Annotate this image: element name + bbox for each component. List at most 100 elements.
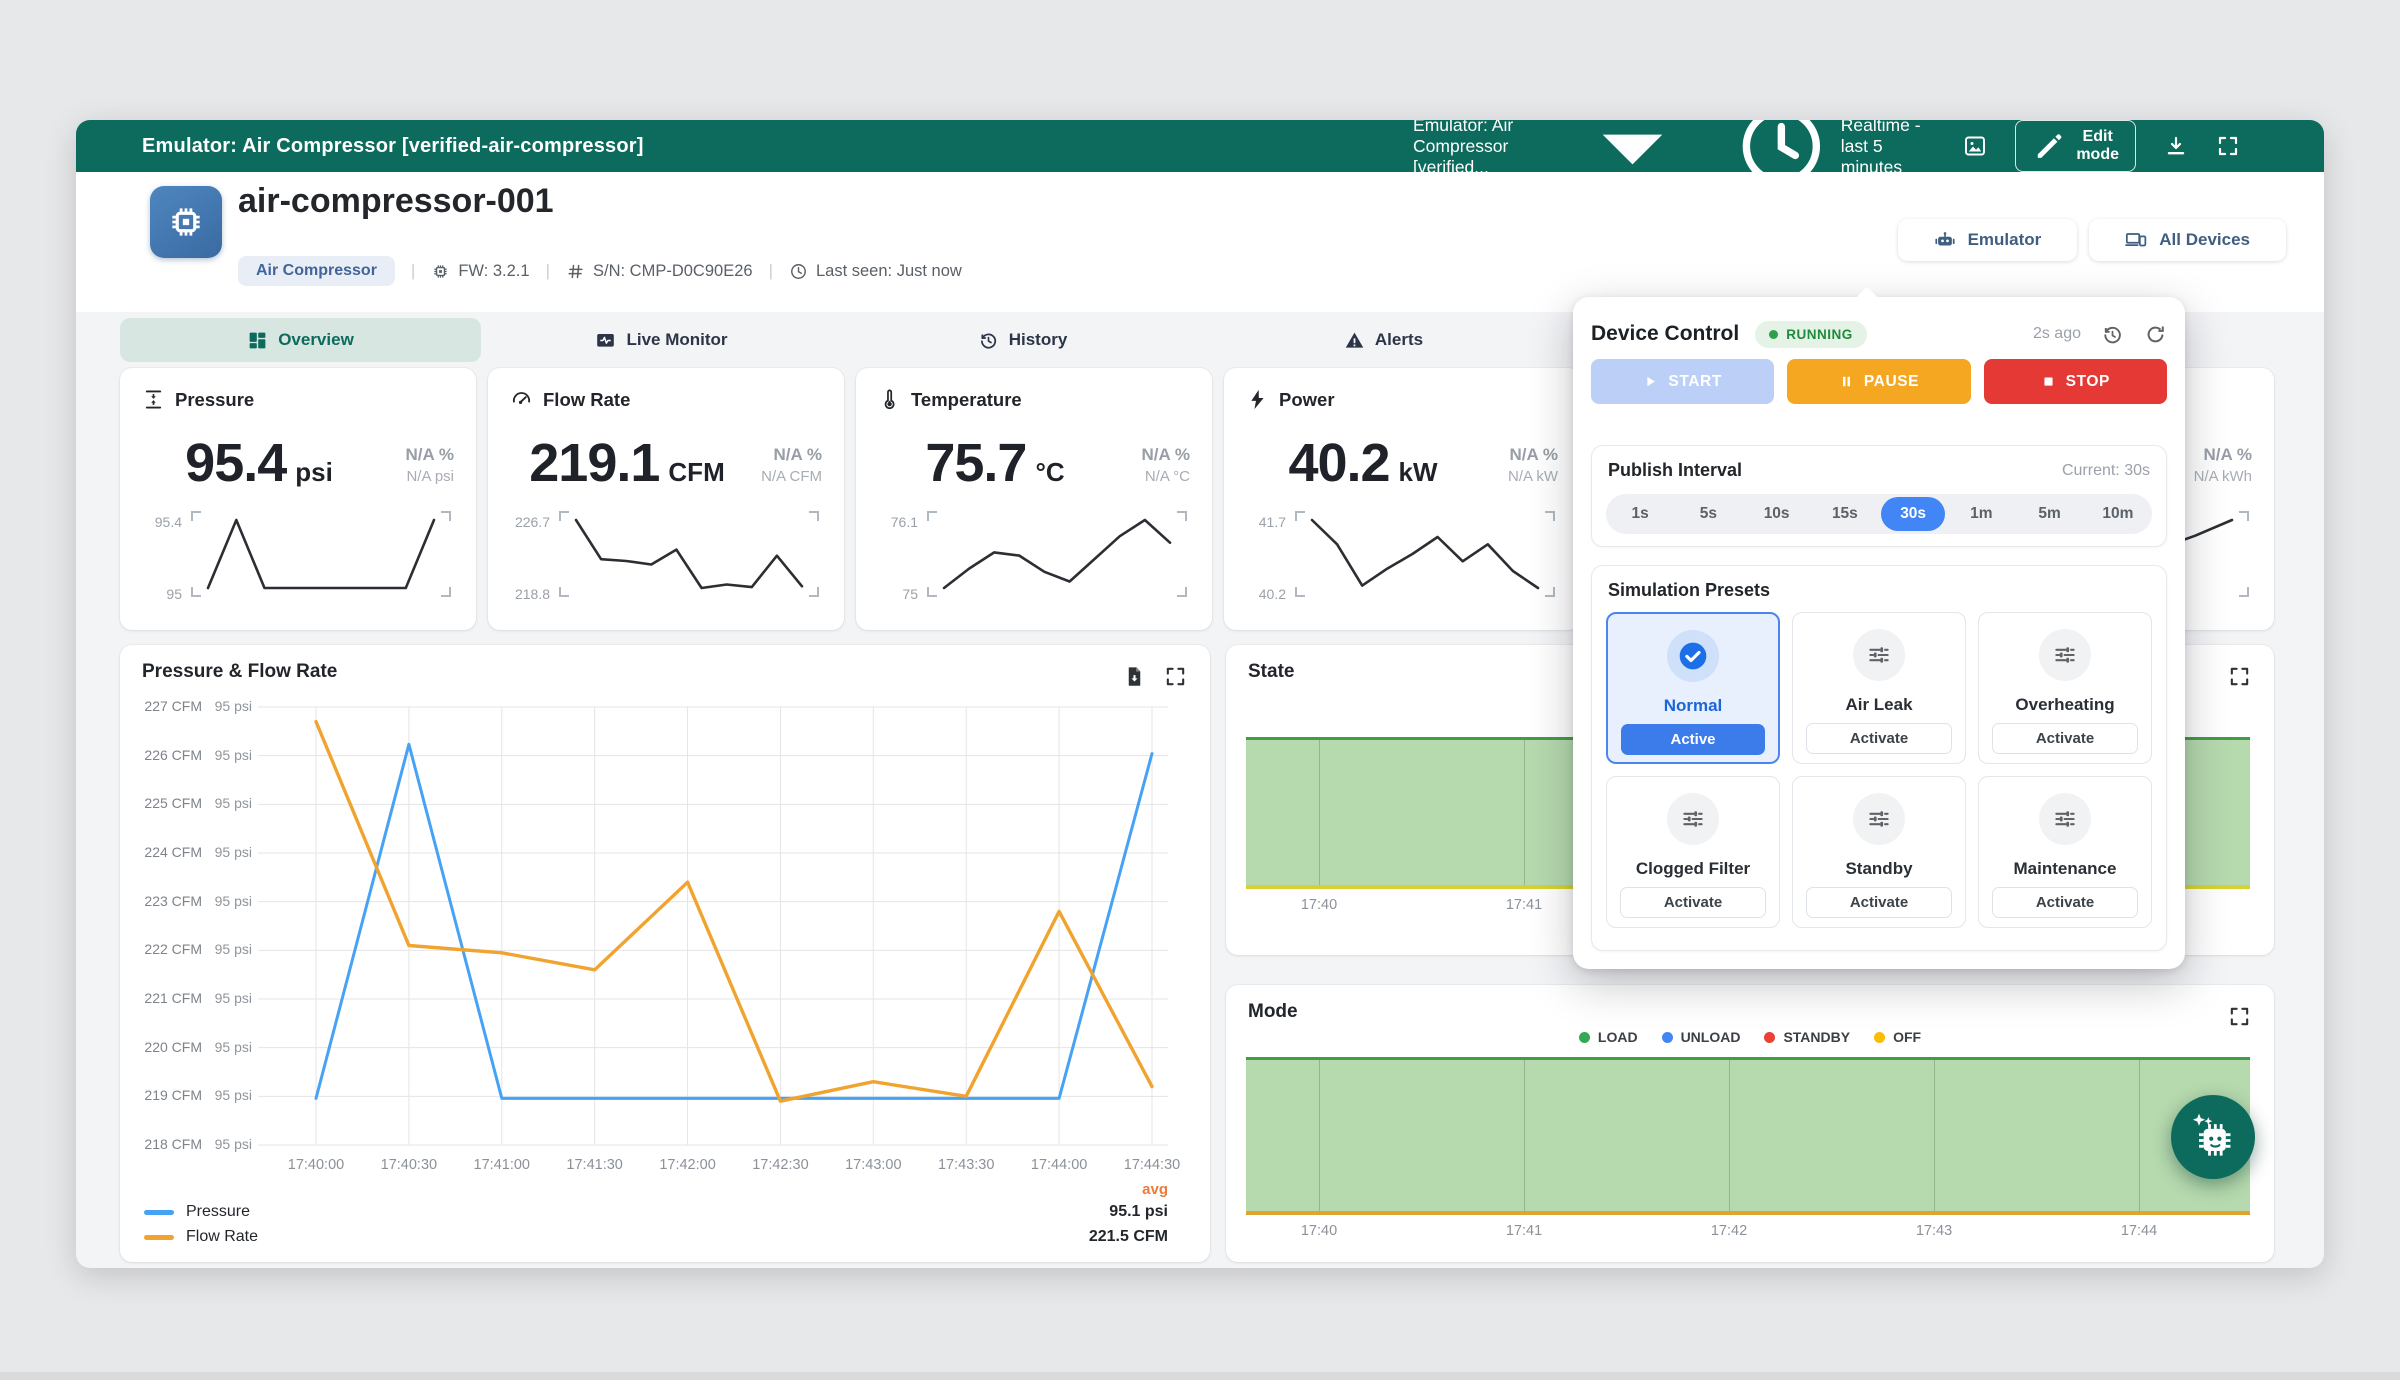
expand-chart-icon[interactable] — [2228, 1005, 2251, 1028]
mode-legend-off[interactable]: OFF — [1874, 1029, 1921, 1045]
x-axis-label: 17:42:00 — [659, 1157, 715, 1173]
y-axis-psi-label: 95 psi — [208, 795, 252, 811]
chart-title: Pressure & Flow Rate — [142, 661, 337, 683]
stop-button[interactable]: STOP — [1984, 359, 2167, 404]
mode-legend-unload[interactable]: UNLOAD — [1662, 1029, 1741, 1045]
device-type-badge: Air Compressor — [238, 256, 395, 286]
preset-action-button[interactable]: Activate — [1992, 723, 2138, 754]
all-devices-button[interactable]: All Devices — [2089, 219, 2286, 261]
spark-min-label: 75 — [870, 586, 918, 602]
start-button[interactable]: START — [1591, 359, 1774, 404]
metric-value: 219.1CFM — [488, 432, 766, 502]
legend-item[interactable]: Flow Rate — [144, 1228, 258, 1246]
x-axis-label: 17:41:30 — [566, 1157, 622, 1173]
wallpaper-icon[interactable] — [1963, 134, 1987, 158]
metric-change: N/A %N/A °C — [1142, 444, 1191, 487]
publish-interval-current: Current: 30s — [2062, 462, 2150, 480]
y-axis-psi-label: 95 psi — [208, 1136, 252, 1152]
metric-change: N/A %N/A kWh — [2194, 444, 2252, 487]
y-axis-cfm-label: 223 CFM — [120, 893, 202, 909]
tune-icon — [1866, 806, 1892, 832]
metric-title: Power — [1246, 388, 1335, 411]
metric-value: 95.4psi — [120, 432, 398, 502]
command-history-icon[interactable] — [2101, 323, 2124, 346]
dashboard-topbar: Emulator: Air Compressor [verified-air-c… — [76, 120, 2324, 172]
serial-info: S/N: CMP-D0C90E26 — [566, 262, 753, 281]
legend-item[interactable]: Pressure — [144, 1203, 250, 1221]
pause-icon — [1839, 374, 1854, 389]
play-icon — [1643, 374, 1658, 389]
preset-action-button[interactable]: Active — [1621, 724, 1765, 755]
tab-alerts[interactable]: Alerts — [1203, 318, 1564, 362]
preset-clogged-filter[interactable]: Clogged FilterActivate — [1606, 776, 1780, 928]
y-axis-cfm-label: 218 CFM — [120, 1136, 202, 1152]
interval-option-10m[interactable]: 10m — [2086, 497, 2150, 531]
interval-option-5s[interactable]: 5s — [1676, 497, 1740, 531]
tune-icon — [2052, 806, 2078, 832]
preset-normal[interactable]: NormalActive — [1606, 612, 1780, 764]
preset-air-leak[interactable]: Air LeakActivate — [1792, 612, 1966, 764]
interval-option-15s[interactable]: 15s — [1813, 497, 1877, 531]
x-axis-label: 17:42:30 — [752, 1157, 808, 1173]
legend-avg-value: 95.1 psi — [1109, 1203, 1168, 1221]
mode-legend-standby[interactable]: STANDBY — [1764, 1029, 1850, 1045]
x-axis-label: 17:40 — [1301, 1223, 1337, 1239]
interval-option-5m[interactable]: 5m — [2018, 497, 2082, 531]
x-axis-label: 17:44 — [2121, 1223, 2157, 1239]
bolt-icon — [1246, 388, 1269, 411]
state-chart-title: State — [1248, 661, 1294, 683]
edit-mode-button[interactable]: Edit mode — [2015, 120, 2136, 172]
download-icon[interactable] — [2164, 134, 2188, 158]
pause-button[interactable]: PAUSE — [1787, 359, 1970, 404]
fullscreen-icon[interactable] — [2216, 134, 2240, 158]
y-axis-cfm-label: 220 CFM — [120, 1039, 202, 1055]
y-axis-psi-label: 95 psi — [208, 893, 252, 909]
expand-chart-icon[interactable] — [2228, 665, 2251, 688]
metric-value: 75.7°C — [856, 432, 1134, 502]
dashboard-title: Emulator: Air Compressor [verified-air-c… — [142, 135, 644, 158]
preset-maintenance[interactable]: MaintenanceActivate — [1978, 776, 2152, 928]
tab-overview[interactable]: Overview — [120, 318, 481, 362]
preset-icon — [1853, 629, 1905, 681]
spark-min-label: 40.2 — [1238, 586, 1286, 602]
y-axis-cfm-label: 226 CFM — [120, 747, 202, 763]
tab-history[interactable]: History — [842, 318, 1203, 362]
y-axis-psi-label: 95 psi — [208, 698, 252, 714]
interval-option-10s[interactable]: 10s — [1745, 497, 1809, 531]
interval-option-1m[interactable]: 1m — [1949, 497, 2013, 531]
metric-change: N/A %N/A psi — [406, 444, 455, 487]
assistant-fab[interactable] — [2171, 1095, 2255, 1179]
tab-live-monitor[interactable]: Live Monitor — [481, 318, 842, 362]
x-axis-label: 17:43 — [1916, 1223, 1952, 1239]
firmware-icon — [431, 262, 450, 281]
metric-change: N/A %N/A kW — [1508, 444, 1558, 487]
export-data-icon[interactable] — [1123, 665, 1146, 688]
spark-max-label: 95.4 — [134, 514, 182, 530]
expand-chart-icon[interactable] — [1164, 665, 1187, 688]
preset-label: Standby — [1793, 859, 1965, 879]
publish-interval-title: Publish Interval — [1608, 460, 1742, 481]
devices-icon — [2125, 229, 2147, 251]
dashboard-window: Emulator: Air Compressor [verified-air-c… — [76, 120, 2324, 1268]
preset-standby[interactable]: Standby Activate — [1792, 776, 1966, 928]
preset-icon — [2039, 793, 2091, 845]
metric-title: Flow Rate — [510, 388, 630, 411]
dashboard-icon — [247, 330, 268, 351]
x-axis-label: 17:43:00 — [845, 1157, 901, 1173]
metric-card-power: Power40.2kWN/A %N/A kW41.740.2 — [1224, 368, 1580, 630]
preset-action-button[interactable]: Activate — [1806, 723, 1952, 754]
refresh-icon[interactable] — [2144, 323, 2167, 346]
interval-option-1s[interactable]: 1s — [1608, 497, 1672, 531]
dashboard-selector-value: Emulator: Air Compressor [verified... — [1413, 120, 1551, 178]
alert-icon — [1344, 330, 1365, 351]
preset-overheating[interactable]: OverheatingActivate — [1978, 612, 2152, 764]
preset-action-button[interactable]: Activate — [1620, 887, 1766, 918]
mode-legend-load[interactable]: LOAD — [1579, 1029, 1638, 1045]
y-axis-psi-label: 95 psi — [208, 844, 252, 860]
x-axis-label: 17:41:00 — [474, 1157, 530, 1173]
preset-action-button[interactable]: Activate — [1992, 887, 2138, 918]
y-axis-cfm-label: 219 CFM — [120, 1087, 202, 1103]
preset-action-button[interactable]: Activate — [1806, 887, 1952, 918]
interval-option-30s[interactable]: 30s — [1881, 497, 1945, 531]
emulator-button[interactable]: Emulator — [1898, 219, 2078, 261]
